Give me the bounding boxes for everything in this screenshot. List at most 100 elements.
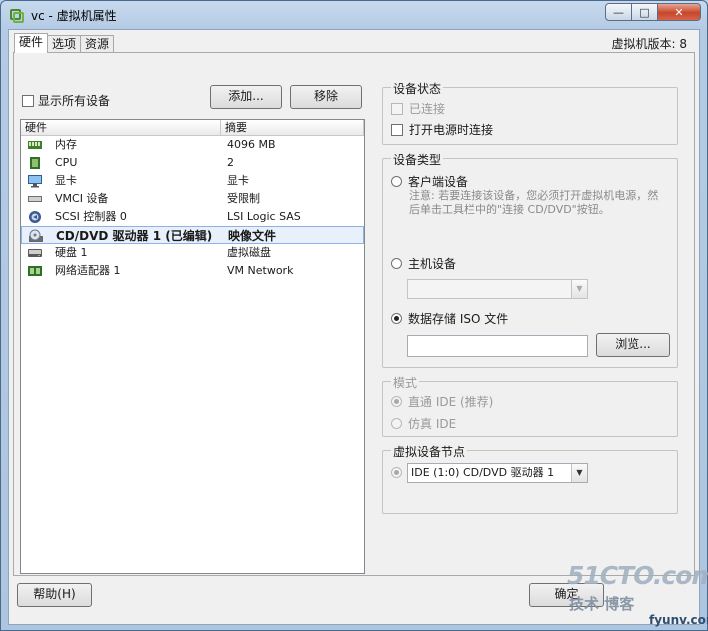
browse-button[interactable]: 浏览...	[596, 333, 670, 357]
hardware-row-cpu[interactable]: CPU 2	[21, 154, 364, 172]
show-all-devices-checkbox[interactable]: 显示所有设备	[22, 92, 110, 109]
hardware-row-summary: VM Network	[227, 264, 294, 277]
remove-button[interactable]: 移除	[290, 85, 362, 109]
emulate-ide-radio[interactable]: 仿真 IDE	[391, 415, 456, 432]
hardware-row-summary: 4096 MB	[227, 138, 276, 151]
hardware-row-summary: 显卡	[227, 174, 249, 187]
tab-options[interactable]: 选项	[47, 35, 82, 53]
watermark-site: fyunv.com	[649, 613, 708, 627]
scsi-controller-icon	[29, 211, 41, 223]
memory-icon	[28, 141, 42, 149]
device-status-legend: 设备状态	[391, 80, 444, 97]
hardware-row-name: 网络适配器 1	[55, 264, 121, 277]
client-device-label: 客户端设备	[408, 175, 469, 189]
hardware-row-name: CD/DVD 驱动器 1 (已编辑)	[56, 229, 213, 243]
mode-legend: 模式	[391, 374, 420, 391]
connect-at-power-on-checkbox[interactable]: 打开电源时连接	[391, 121, 493, 138]
device-status-group: 设备状态 已连接 打开电源时连接	[382, 80, 678, 145]
hardware-row-summary: 受限制	[227, 192, 260, 205]
tab-resources[interactable]: 资源	[80, 35, 115, 53]
virtual-device-node-value: IDE (1:0) CD/DVD 驱动器 1	[411, 466, 555, 479]
show-all-devices-label: 显示所有设备	[38, 94, 111, 108]
watermark-51cto: 51CTO.com	[567, 561, 708, 590]
virtual-device-node-radio[interactable]	[391, 465, 402, 479]
hardware-row-name: 硬盘 1	[55, 246, 88, 259]
hardware-tab-page: 显示所有设备 添加... 移除 硬件 摘要 内存 4096 MB CPU 2 显…	[13, 52, 695, 576]
connect-at-power-on-label: 打开电源时连接	[409, 123, 494, 137]
emulate-ide-label: 仿真 IDE	[408, 417, 457, 431]
hardware-row-name: SCSI 控制器 0	[55, 210, 127, 223]
cd-dvd-icon	[29, 229, 43, 242]
chevron-down-icon[interactable]: ▼	[571, 280, 587, 298]
connected-checkbox-box[interactable]	[391, 102, 403, 115]
client-device-radio[interactable]: 客户端设备	[391, 173, 468, 190]
maximize-icon: □	[639, 5, 650, 19]
cpu-icon	[30, 157, 40, 169]
virtual-device-node-group: 虚拟设备节点 IDE (1:0) CD/DVD 驱动器 1 ▼	[382, 443, 678, 514]
passthrough-ide-label: 直通 IDE (推荐)	[408, 395, 494, 409]
device-type-group: 设备类型 客户端设备 注意: 若要连接该设备，您必须打开虚拟机电源，然后单击工具…	[382, 151, 678, 368]
passthrough-ide-radio-button[interactable]	[391, 396, 402, 407]
window-title: vc - 虚拟机属性	[31, 9, 117, 23]
hardware-row-video-card[interactable]: 显卡 显卡	[21, 172, 364, 190]
hardware-row-summary: 映像文件	[228, 229, 277, 243]
maximize-button[interactable]: □	[631, 3, 658, 21]
minimize-icon: —	[613, 5, 624, 19]
host-device-label: 主机设备	[408, 257, 457, 271]
hardware-row-name: 内存	[55, 138, 77, 151]
virtual-device-node-legend: 虚拟设备节点	[391, 443, 468, 460]
minimize-button[interactable]: —	[605, 3, 632, 21]
column-header-summary[interactable]: 摘要	[221, 120, 364, 135]
hardware-row-summary: 虚拟磁盘	[227, 246, 271, 259]
network-adapter-icon	[28, 266, 42, 276]
datastore-iso-radio-button[interactable]	[391, 313, 402, 324]
host-device-radio[interactable]: 主机设备	[391, 255, 456, 272]
host-device-dropdown[interactable]: ▼	[407, 279, 588, 299]
connected-checkbox[interactable]: 已连接	[391, 100, 445, 117]
datastore-iso-radio[interactable]: 数据存储 ISO 文件	[391, 310, 508, 327]
virtual-device-node-dropdown[interactable]: IDE (1:0) CD/DVD 驱动器 1 ▼	[407, 463, 588, 483]
hard-disk-icon	[28, 249, 42, 257]
host-device-radio-button[interactable]	[391, 258, 402, 269]
iso-path-input[interactable]	[407, 335, 588, 357]
chevron-down-icon[interactable]: ▼	[571, 464, 587, 482]
video-card-icon	[28, 175, 42, 188]
vmci-device-icon	[28, 196, 42, 202]
hardware-row-summary: LSI Logic SAS	[227, 210, 301, 223]
vm-version-label: 虚拟机版本: 8	[611, 37, 688, 51]
hardware-list[interactable]: 硬件 摘要 内存 4096 MB CPU 2 显卡 显卡 VMCI 设备 受限制…	[20, 119, 365, 574]
show-all-checkbox-box[interactable]	[22, 94, 34, 107]
emulate-ide-radio-button[interactable]	[391, 418, 402, 429]
add-button[interactable]: 添加...	[210, 85, 282, 109]
properties-window: vc - 虚拟机属性 — □ ✕ 硬件 选项 资源 虚拟机版本: 8 显示所有设…	[0, 0, 708, 631]
tab-strip: 硬件 选项 资源	[14, 33, 115, 53]
device-type-legend: 设备类型	[391, 151, 444, 168]
close-button[interactable]: ✕	[657, 3, 701, 21]
vm-icon	[10, 9, 24, 23]
hardware-list-header: 硬件 摘要	[21, 120, 364, 136]
virtual-device-node-radio-button[interactable]	[391, 467, 402, 478]
hardware-row-name: 显卡	[55, 174, 77, 187]
hardware-row-name: CPU	[55, 156, 78, 169]
hardware-row-scsi-controller[interactable]: SCSI 控制器 0 LSI Logic SAS	[21, 208, 364, 226]
hardware-row-name: VMCI 设备	[55, 192, 109, 205]
close-icon: ✕	[674, 5, 684, 19]
tab-hardware[interactable]: 硬件	[14, 33, 49, 53]
dialog-client-area: 硬件 选项 资源 虚拟机版本: 8 显示所有设备 添加... 移除 硬件 摘要 …	[8, 29, 700, 625]
mode-group: 模式 直通 IDE (推荐) 仿真 IDE	[382, 374, 678, 437]
hardware-row-hard-disk[interactable]: 硬盘 1 虚拟磁盘	[21, 244, 364, 262]
client-device-radio-button[interactable]	[391, 176, 402, 187]
hardware-row-memory[interactable]: 内存 4096 MB	[21, 136, 364, 154]
hardware-row-cd-dvd-drive[interactable]: CD/DVD 驱动器 1 (已编辑) 映像文件	[21, 226, 364, 244]
hardware-row-summary: 2	[227, 156, 234, 169]
hardware-row-vmci-device[interactable]: VMCI 设备 受限制	[21, 190, 364, 208]
client-device-note: 注意: 若要连接该设备，您必须打开虚拟机电源，然后单击工具栏中的"连接 CD/D…	[409, 189, 659, 216]
help-button[interactable]: 帮助(H)	[17, 583, 92, 607]
connected-label: 已连接	[409, 102, 446, 116]
connect-at-power-on-box[interactable]	[391, 123, 403, 136]
title-bar[interactable]: vc - 虚拟机属性 — □ ✕	[1, 1, 707, 29]
hardware-row-network-adapter[interactable]: 网络适配器 1 VM Network	[21, 262, 364, 280]
column-header-hardware[interactable]: 硬件	[21, 120, 221, 135]
passthrough-ide-radio[interactable]: 直通 IDE (推荐)	[391, 393, 493, 410]
datastore-iso-label: 数据存储 ISO 文件	[408, 312, 509, 326]
